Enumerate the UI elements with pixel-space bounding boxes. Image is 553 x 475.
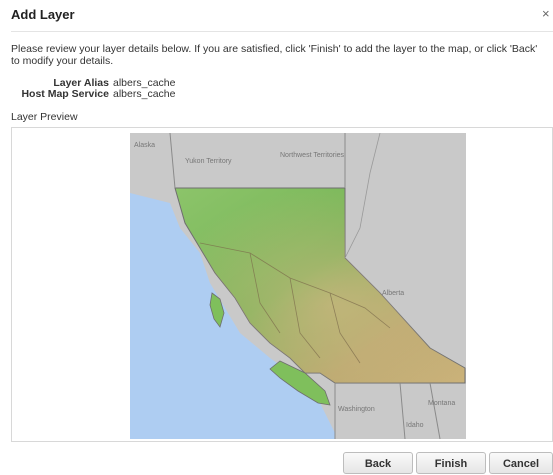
layer-details: Layer Alias albers_cache Host Map Servic… xyxy=(0,78,553,102)
finish-button[interactable]: Finish xyxy=(416,452,486,474)
layer-preview-label: Layer Preview xyxy=(11,111,78,123)
intro-text: Please review your layer details below. … xyxy=(11,43,538,67)
label-montana: Montana xyxy=(428,400,455,407)
label-alaska: Alaska xyxy=(134,142,155,149)
dialog-title: Add Layer xyxy=(11,7,75,22)
title-divider xyxy=(11,31,553,32)
back-button[interactable]: Back xyxy=(343,452,413,474)
label-washington: Washington xyxy=(338,406,375,413)
label-idaho: Idaho xyxy=(406,422,424,429)
label-alberta: Alberta xyxy=(382,290,404,297)
add-layer-dialog: Add Layer × Please review your layer det… xyxy=(0,0,553,474)
close-icon[interactable]: × xyxy=(542,8,552,20)
layer-preview-map: Alaska Yukon Territory Northwest Territo… xyxy=(130,133,466,439)
layer-preview-panel: Alaska Yukon Territory Northwest Territo… xyxy=(11,127,553,442)
host-map-service-label: Host Map Service xyxy=(21,88,109,100)
label-yukon: Yukon Territory xyxy=(185,158,232,165)
host-map-service-value: albers_cache xyxy=(113,88,176,100)
label-nwt: Northwest Territories xyxy=(280,152,345,159)
cancel-button[interactable]: Cancel xyxy=(489,452,553,474)
